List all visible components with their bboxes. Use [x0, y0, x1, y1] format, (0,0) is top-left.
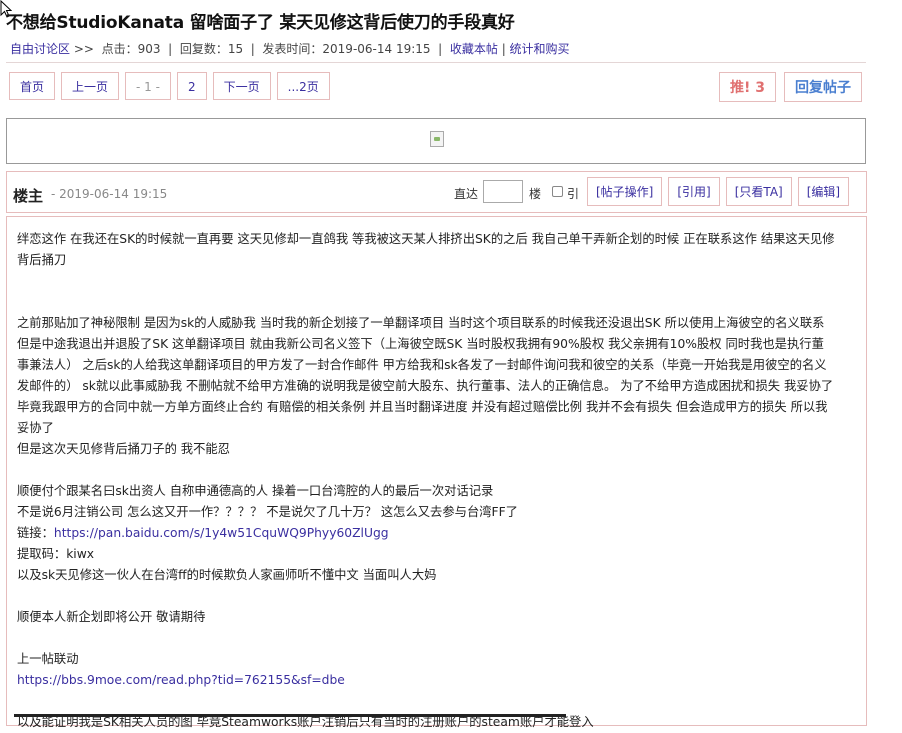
post-actions-button[interactable]: [帖子操作] — [587, 177, 663, 206]
post-paragraph: 上一帖联动 — [17, 652, 79, 666]
floor-unit-label: 楼 — [529, 187, 542, 201]
post-paragraph: 顺便本人新企划即将公开 敬请期待 — [17, 610, 206, 624]
edit-button[interactable]: [编辑] — [797, 177, 850, 206]
click-count: 点击：903 — [101, 42, 161, 56]
post-paragraph: 但是这次天见修背后捅刀子的 我不能忍 — [17, 442, 230, 456]
post-paragraph: https://bbs.9moe.com/read.php?tid=762155… — [17, 670, 835, 691]
link-prefix: 链接： — [17, 526, 54, 540]
posted-time: 发表时间：2019-06-14 19:15 — [262, 42, 431, 56]
quote-button[interactable]: [引用] — [668, 177, 720, 206]
push-button[interactable]: 推! 3 — [719, 72, 776, 102]
broken-image-icon — [430, 131, 444, 147]
page-last-button[interactable]: ...2页 — [276, 72, 330, 100]
post-content-box: 绊恋这作 在我还在SK的时候就一直再要 这天见修却一直鸽我 等我被这天某人排挤出… — [6, 216, 867, 729]
stats-link[interactable]: 统计和购买 — [510, 42, 570, 56]
post-paragraph: 链接：https://pan.baidu.com/s/1y4w51CquWQ9P… — [17, 523, 835, 544]
reply-count: 回复数：15 — [179, 42, 244, 56]
page-current: - 1 - — [125, 72, 171, 100]
quote-label: 引 — [567, 187, 580, 201]
floor-buttons: [帖子操作] [引用] [只看TA] [编辑] — [587, 177, 850, 206]
page-title: 不想给StudioKanata 留啥面子了 某天见修这背后使刀的手段真好 — [6, 13, 515, 33]
reply-button[interactable]: 回复帖子 — [784, 72, 862, 102]
floor-time: - 2019-06-14 19:15 — [51, 187, 168, 201]
post-paragraph: 顺便付个跟某名曰sk出资人 自称申通德高的人 操着一口台湾腔的人的最后一次对话记… — [17, 484, 494, 498]
thread-actions: 推! 3 回复帖子 — [719, 72, 862, 102]
pagination: 首页 上一页 - 1 - 2 下一页 ...2页 — [9, 72, 330, 100]
baidu-pan-link[interactable]: https://pan.baidu.com/s/1y4w51CquWQ9Phyy… — [54, 526, 389, 540]
page-first-button[interactable]: 首页 — [9, 72, 56, 100]
related-thread-link[interactable]: https://bbs.9moe.com/read.php?tid=762155… — [17, 673, 345, 687]
only-author-button[interactable]: [只看TA] — [725, 177, 792, 206]
jump-label: 直达 — [454, 187, 479, 201]
page-prev-button[interactable]: 上一页 — [61, 72, 120, 100]
page-2-button[interactable]: 2 — [176, 72, 207, 100]
breadcrumb-separator: >> — [73, 42, 94, 56]
post-paragraph: 绊恋这作 在我还在SK的时候就一直再要 这天见修却一直鸽我 等我被这天某人排挤出… — [17, 232, 835, 267]
post-paragraph: 以及sk天见修这一伙人在台湾ff的时候欺负人家画师听不懂中文 当面叫人大妈 — [17, 568, 437, 582]
board-link[interactable]: 自由讨论区 — [10, 42, 70, 56]
post-paragraph: 不是说6月注销公司 怎么这又开一作？？？？ 不是说欠了几十万？ 这怎么又去参与台… — [17, 505, 518, 519]
floor-jump-input[interactable] — [483, 180, 523, 203]
post-paragraph: 提取码：kiwx — [17, 547, 95, 561]
post-paragraph: 之前那贴加了神秘限制 是因为sk的人威胁我 当时我的新企划接了一单翻译项目 当时… — [17, 316, 834, 435]
thread-meta: 自由讨论区 >> 点击：903 | 回复数：15 | 发表时间：2019-06-… — [10, 42, 570, 56]
floor-label: 楼主 — [13, 187, 44, 205]
post-content: 绊恋这作 在我还在SK的时候就一直再要 这天见修却一直鸽我 等我被这天某人排挤出… — [17, 229, 835, 733]
page-next-button[interactable]: 下一页 — [212, 72, 271, 100]
embedded-image-top-edge — [14, 714, 566, 717]
meta-divider — [6, 62, 866, 63]
floor-header: 楼主 - 2019-06-14 19:15 直达 楼 引 [帖子操作] [引用]… — [6, 171, 867, 213]
favorite-link[interactable]: 收藏本帖 — [450, 42, 498, 56]
quote-checkbox[interactable] — [552, 186, 563, 197]
